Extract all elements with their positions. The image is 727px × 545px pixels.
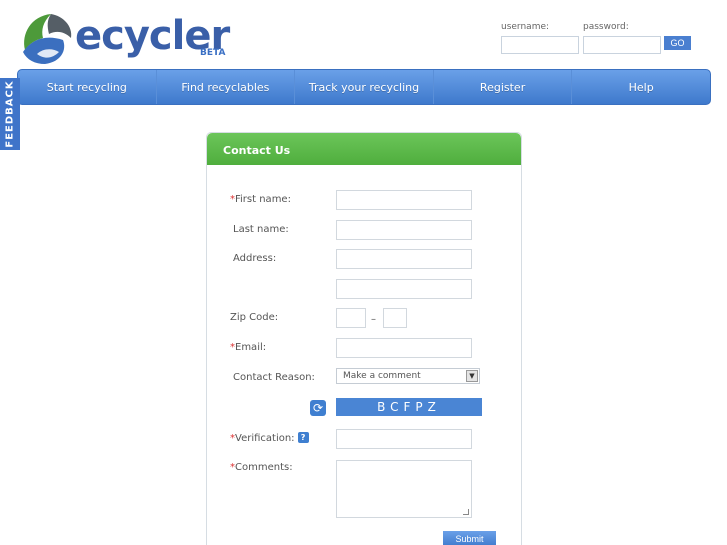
feedback-label: FEEDBACK bbox=[4, 80, 16, 148]
email-label: *Email: bbox=[230, 342, 267, 353]
zip-separator: – bbox=[371, 314, 376, 325]
verification-label: *Verification:? bbox=[230, 432, 309, 444]
first-name-label: *First name: bbox=[230, 194, 291, 205]
go-button[interactable]: GO bbox=[664, 36, 691, 50]
zip-extension-input[interactable] bbox=[383, 308, 407, 328]
recycle-leaf-icon bbox=[23, 14, 72, 64]
last-name-input[interactable] bbox=[336, 220, 472, 240]
contact-reason-label: Contact Reason: bbox=[233, 372, 315, 383]
username-input[interactable] bbox=[501, 36, 579, 54]
zip-input[interactable] bbox=[336, 308, 366, 328]
logo[interactable]: ecycler BETA bbox=[17, 10, 232, 66]
nav-item-register[interactable]: Register bbox=[434, 70, 573, 104]
username-label: username: bbox=[501, 22, 550, 32]
chevron-down-icon: ▼ bbox=[466, 370, 478, 382]
submit-button[interactable]: Submit bbox=[443, 531, 496, 545]
captcha-image: BCFPZ bbox=[336, 398, 482, 416]
address-line2-input[interactable] bbox=[336, 279, 472, 299]
comments-textarea[interactable] bbox=[336, 460, 472, 518]
panel-title: Contact Us bbox=[207, 133, 521, 165]
beta-badge: BETA bbox=[200, 48, 226, 58]
nav-item-track-recycling[interactable]: Track your recycling bbox=[295, 70, 434, 104]
refresh-icon[interactable]: ⟳ bbox=[310, 400, 326, 416]
contact-reason-value: Make a comment bbox=[343, 371, 421, 381]
email-input[interactable] bbox=[336, 338, 472, 358]
nav-item-find-recyclables[interactable]: Find recyclables bbox=[157, 70, 296, 104]
password-input[interactable] bbox=[583, 36, 661, 54]
comments-label: *Comments: bbox=[230, 462, 293, 473]
address-line1-input[interactable] bbox=[336, 249, 472, 269]
nav-item-start-recycling[interactable]: Start recycling bbox=[18, 70, 157, 104]
verification-input[interactable] bbox=[336, 429, 472, 449]
main-nav: Start recycling Find recyclables Track y… bbox=[17, 69, 711, 105]
address-label: Address: bbox=[233, 253, 277, 264]
last-name-label: Last name: bbox=[233, 224, 289, 235]
first-name-input[interactable] bbox=[336, 190, 472, 210]
password-label: password: bbox=[583, 22, 629, 32]
contact-reason-select[interactable]: Make a comment ▼ bbox=[336, 368, 480, 384]
zip-label: Zip Code: bbox=[230, 312, 279, 323]
resize-handle-icon[interactable] bbox=[463, 509, 469, 515]
help-icon[interactable]: ? bbox=[297, 432, 309, 443]
nav-item-help[interactable]: Help bbox=[572, 70, 710, 104]
feedback-tab[interactable]: FEEDBACK bbox=[0, 78, 20, 150]
